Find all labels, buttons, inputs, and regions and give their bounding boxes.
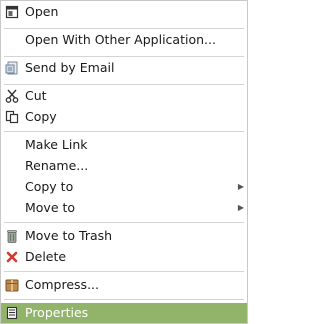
- menu-item-label: Rename...: [25, 158, 89, 173]
- copy-icon: [5, 110, 19, 124]
- menu-item-open-with[interactable]: Open With Other Application...: [1, 30, 247, 50]
- menu-item-label: Copy to: [25, 179, 74, 194]
- separator: [4, 299, 244, 300]
- email-attachment-icon: [5, 61, 19, 75]
- menu-item-rename[interactable]: Rename...: [1, 156, 247, 176]
- menu-item-send-by-email[interactable]: Send by Email: [1, 58, 247, 78]
- menu-item-label: Cut: [25, 88, 47, 103]
- menu-item-compress[interactable]: Compress...: [1, 275, 247, 295]
- menu-item-label: Copy: [25, 109, 57, 124]
- separator: [4, 84, 244, 85]
- context-menu: Open Open With Other Application... Send…: [0, 0, 248, 324]
- menu-item-label: Make Link: [25, 137, 88, 152]
- menu-item-properties[interactable]: Properties: [1, 303, 247, 323]
- red-x-icon: [5, 250, 19, 264]
- chevron-right-icon: ▶: [237, 182, 244, 191]
- scissors-icon: [5, 89, 19, 103]
- separator: [4, 131, 244, 132]
- menu-item-cut[interactable]: Cut: [1, 86, 247, 106]
- menu-item-move-to-trash[interactable]: Move to Trash: [1, 226, 247, 246]
- menu-item-make-link[interactable]: Make Link: [1, 135, 247, 155]
- separator: [4, 56, 244, 57]
- separator: [4, 222, 244, 223]
- menu-item-open[interactable]: Open: [1, 2, 247, 22]
- menu-item-label: Send by Email: [25, 60, 115, 75]
- menu-item-delete[interactable]: Delete: [1, 247, 247, 267]
- menu-item-label: Move to: [25, 200, 76, 215]
- trash-icon: [5, 229, 19, 243]
- menu-item-copy[interactable]: Copy: [1, 107, 247, 127]
- menu-item-label: Move to Trash: [25, 228, 113, 243]
- menu-item-label: Compress...: [25, 277, 99, 292]
- menu-item-move-to[interactable]: Move to ▶: [1, 198, 247, 218]
- separator: [4, 28, 244, 29]
- chevron-right-icon: ▶: [237, 203, 244, 212]
- menu-item-label: Properties: [25, 305, 89, 320]
- menu-item-label: Delete: [25, 249, 67, 264]
- properties-document-icon: [5, 306, 19, 320]
- open-window-icon: [5, 5, 19, 19]
- menu-item-copy-to[interactable]: Copy to ▶: [1, 177, 247, 197]
- archive-box-icon: [5, 278, 19, 292]
- menu-item-label: Open: [25, 4, 59, 19]
- menu-item-label: Open With Other Application...: [25, 32, 216, 47]
- separator: [4, 271, 244, 272]
